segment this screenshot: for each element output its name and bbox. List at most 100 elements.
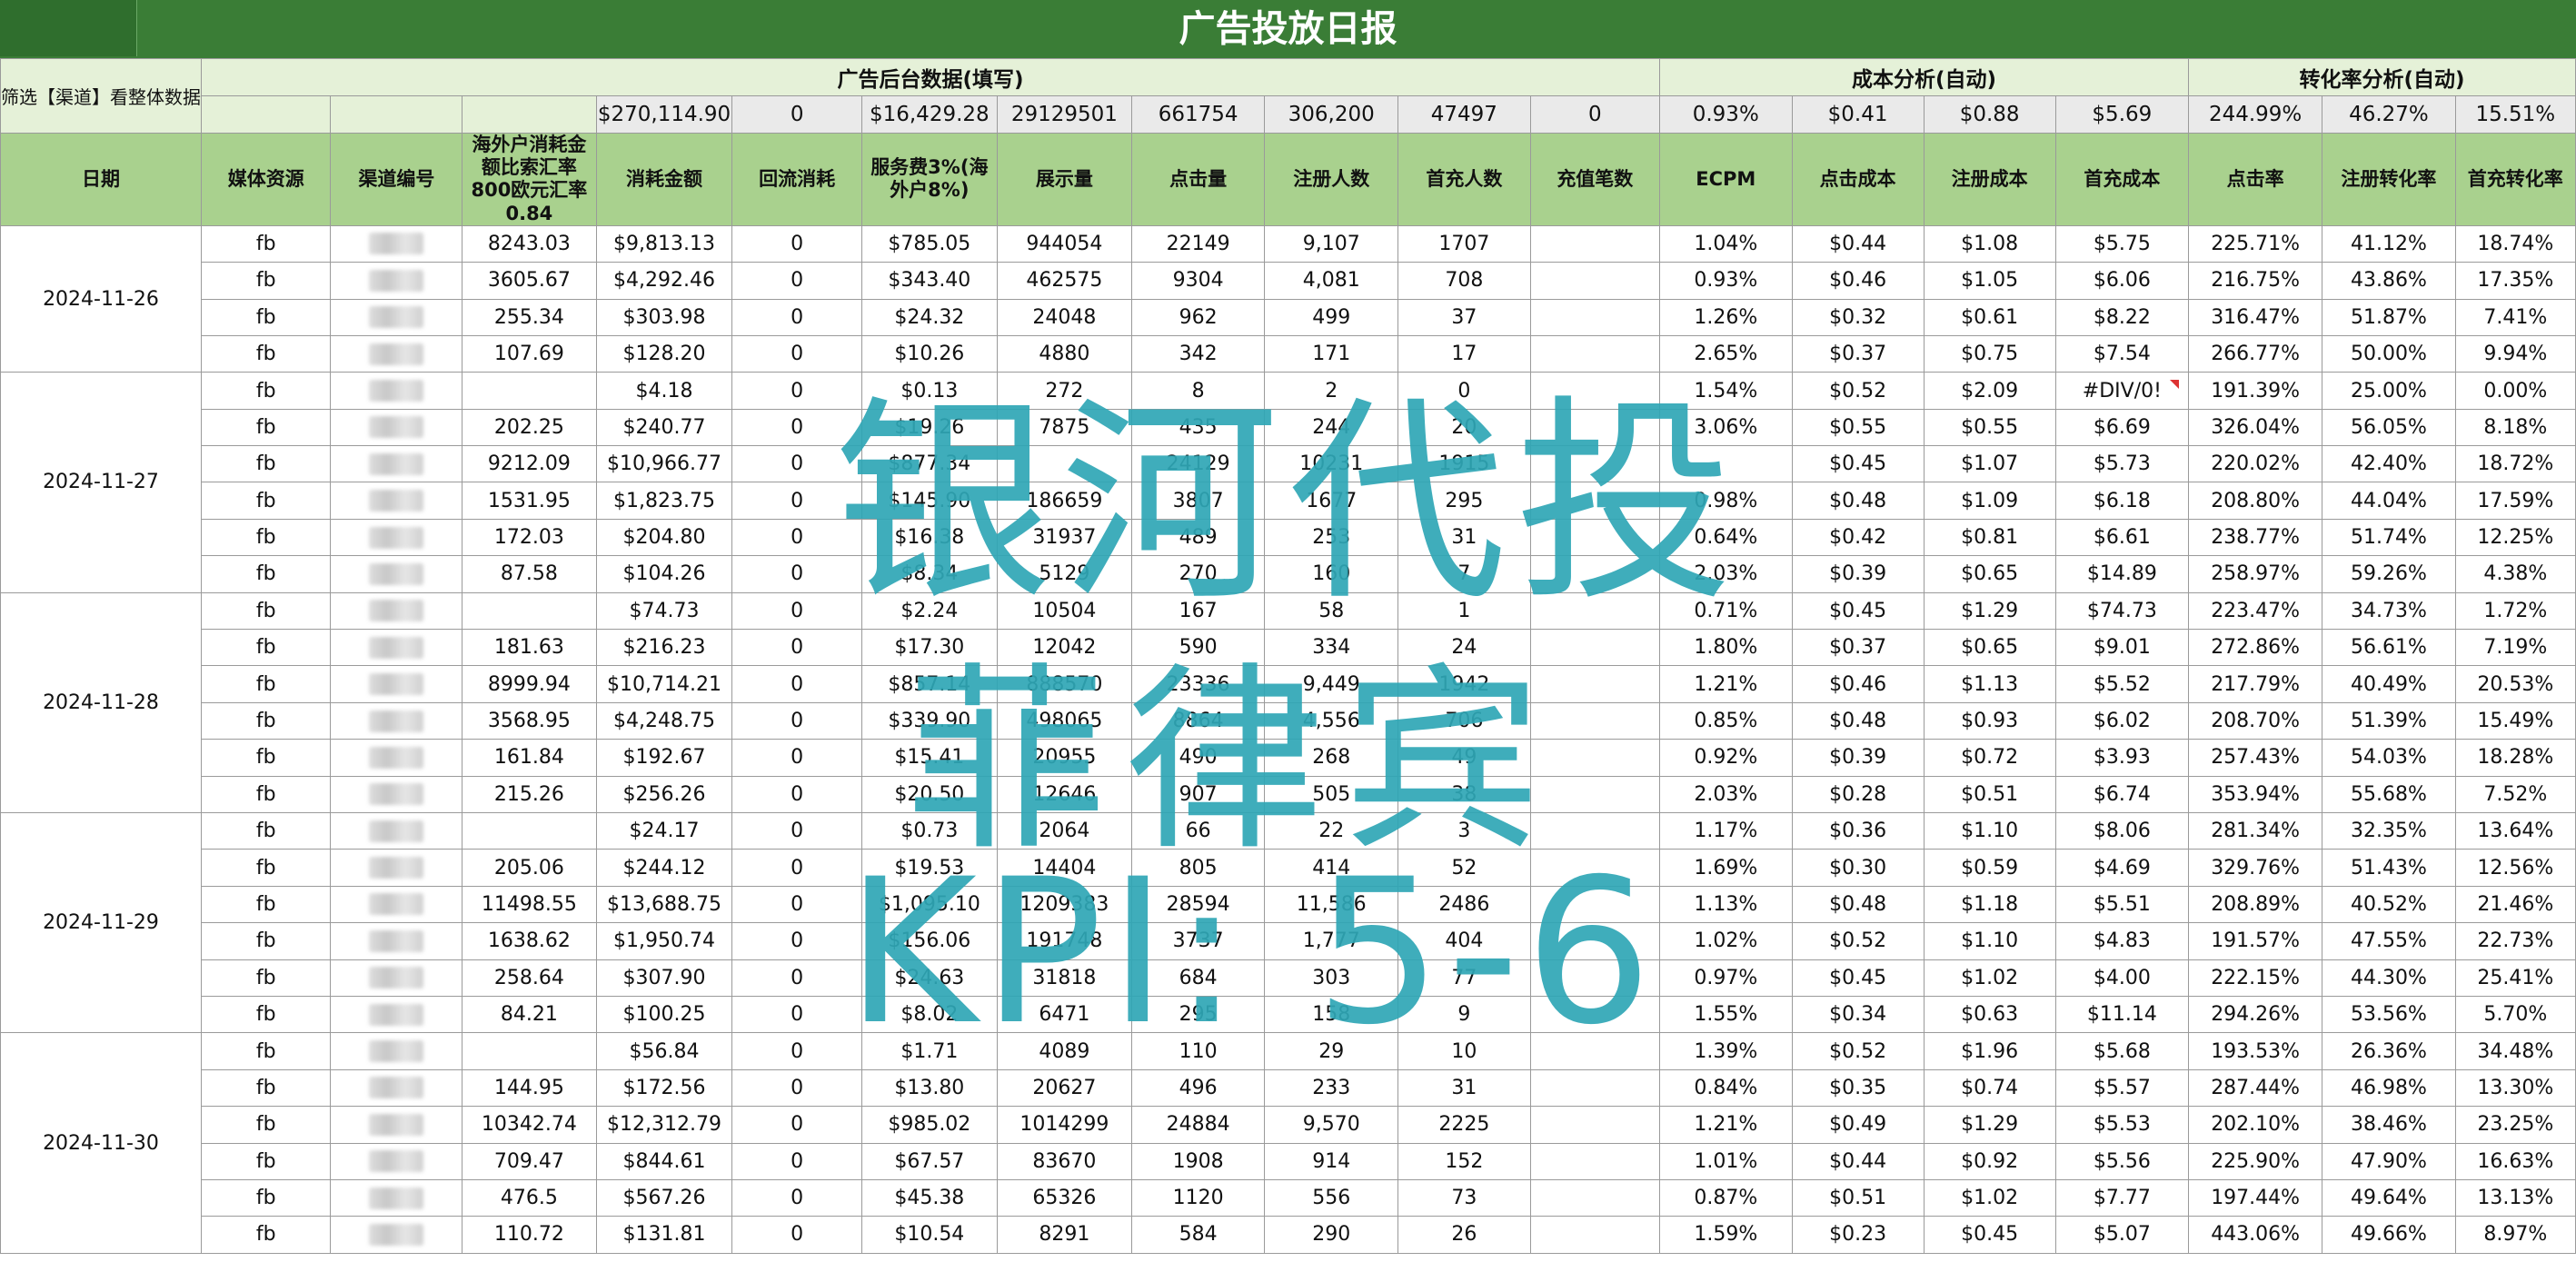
data-cell[interactable]: $244.12 bbox=[595, 849, 733, 887]
data-cell[interactable]: $0.39 bbox=[1791, 739, 1925, 777]
summary-cell[interactable]: $5.69 bbox=[2054, 95, 2190, 134]
data-cell[interactable]: 208.80% bbox=[2188, 482, 2323, 520]
data-cell[interactable]: $0.46 bbox=[1791, 665, 1925, 703]
column-header[interactable]: 首充成本 bbox=[2054, 133, 2190, 226]
data-cell[interactable]: 40.52% bbox=[2322, 885, 2456, 924]
data-cell[interactable]: 83670 bbox=[996, 1142, 1132, 1180]
summary-cell[interactable]: 0.93% bbox=[1659, 95, 1793, 134]
data-cell[interactable]: $4.69 bbox=[2054, 849, 2190, 887]
data-cell[interactable]: 223.47% bbox=[2188, 591, 2323, 631]
data-cell[interactable]: 18.74% bbox=[2454, 224, 2576, 263]
data-cell[interactable]: $844.61 bbox=[595, 1142, 733, 1180]
data-cell[interactable]: 0 bbox=[731, 739, 862, 777]
data-cell[interactable]: 2.65% bbox=[1659, 334, 1793, 373]
column-header[interactable]: 海外户消耗金额比索汇率800欧元汇率0.84 bbox=[462, 133, 597, 226]
data-cell[interactable]: 294.26% bbox=[2188, 995, 2323, 1034]
data-cell[interactable]: 46.98% bbox=[2322, 1068, 2456, 1108]
data-cell[interactable]: $5.07 bbox=[2054, 1216, 2190, 1254]
data-cell[interactable]: 353.94% bbox=[2188, 775, 2323, 814]
data-cell[interactable]: 38.46% bbox=[2322, 1106, 2456, 1144]
channel-cell[interactable] bbox=[330, 885, 463, 924]
data-cell[interactable]: 22.73% bbox=[2454, 922, 2576, 960]
data-cell[interactable]: $10.26 bbox=[860, 334, 998, 373]
data-cell[interactable]: 805 bbox=[1130, 849, 1266, 887]
data-cell[interactable]: $0.30 bbox=[1791, 849, 1925, 887]
data-cell[interactable] bbox=[1529, 1032, 1661, 1070]
data-cell[interactable]: 191.57% bbox=[2188, 922, 2323, 960]
data-cell[interactable]: 0 bbox=[731, 518, 862, 557]
data-cell[interactable]: $0.65 bbox=[1923, 629, 2056, 667]
data-cell[interactable]: 272.86% bbox=[2188, 629, 2323, 667]
data-cell[interactable] bbox=[1529, 334, 1661, 373]
data-cell[interactable]: 1531.95 bbox=[462, 482, 597, 520]
summary-cell[interactable] bbox=[200, 95, 332, 134]
media-cell[interactable]: fb bbox=[200, 482, 332, 520]
data-cell[interactable]: $6.74 bbox=[2054, 775, 2190, 814]
data-cell[interactable]: $0.51 bbox=[1791, 1178, 1925, 1217]
media-cell[interactable]: fb bbox=[200, 811, 332, 850]
data-cell[interactable]: 290 bbox=[1264, 1216, 1399, 1254]
data-cell[interactable]: 244 bbox=[1264, 408, 1399, 447]
data-cell[interactable]: $857.14 bbox=[860, 665, 998, 703]
data-cell[interactable]: $1.10 bbox=[1923, 811, 2056, 850]
data-cell[interactable]: 51.39% bbox=[2322, 701, 2456, 740]
data-cell[interactable] bbox=[1529, 922, 1661, 960]
media-cell[interactable]: fb bbox=[200, 298, 332, 336]
data-cell[interactable]: $17.30 bbox=[860, 629, 998, 667]
data-cell[interactable]: 6471 bbox=[996, 995, 1132, 1034]
channel-cell[interactable] bbox=[330, 1216, 463, 1254]
data-cell[interactable]: 167 bbox=[1130, 591, 1266, 631]
channel-cell[interactable] bbox=[330, 1032, 463, 1070]
data-cell[interactable]: 1.13% bbox=[1659, 885, 1793, 924]
date-cell[interactable]: 2024-11-27 bbox=[0, 372, 202, 593]
data-cell[interactable] bbox=[1529, 739, 1661, 777]
data-cell[interactable] bbox=[1529, 1178, 1661, 1217]
data-cell[interactable]: 11,586 bbox=[1264, 885, 1399, 924]
data-cell[interactable]: 233 bbox=[1264, 1068, 1399, 1108]
data-cell[interactable]: 51.87% bbox=[2322, 298, 2456, 336]
data-cell[interactable]: 73 bbox=[1397, 1178, 1531, 1217]
data-cell[interactable]: $56.84 bbox=[595, 1032, 733, 1070]
data-cell[interactable]: 1120 bbox=[1130, 1178, 1266, 1217]
column-header[interactable]: ECPM bbox=[1659, 133, 1793, 226]
data-cell[interactable]: $2.24 bbox=[860, 591, 998, 631]
data-cell[interactable]: $13.80 bbox=[860, 1068, 998, 1108]
data-cell[interactable]: 215.26 bbox=[462, 775, 597, 814]
data-cell[interactable]: $1.29 bbox=[1923, 591, 2056, 631]
data-cell[interactable] bbox=[462, 811, 597, 850]
channel-cell[interactable] bbox=[330, 372, 463, 410]
data-cell[interactable]: 12.56% bbox=[2454, 849, 2576, 887]
data-cell[interactable]: 56.05% bbox=[2322, 408, 2456, 447]
channel-cell[interactable] bbox=[330, 224, 463, 263]
column-header[interactable]: 服务费3%(海外户8%) bbox=[860, 133, 998, 226]
data-cell[interactable]: 3605.67 bbox=[462, 262, 597, 300]
date-cell[interactable]: 2024-11-29 bbox=[0, 811, 202, 1034]
data-cell[interactable]: 21.46% bbox=[2454, 885, 2576, 924]
data-cell[interactable]: 12646 bbox=[996, 775, 1132, 814]
data-cell[interactable]: 14404 bbox=[996, 849, 1132, 887]
channel-cell[interactable] bbox=[330, 775, 463, 814]
data-cell[interactable]: 281.34% bbox=[2188, 811, 2323, 850]
data-cell[interactable]: 197.44% bbox=[2188, 1178, 2323, 1217]
data-cell[interactable]: 66 bbox=[1130, 811, 1266, 850]
data-cell[interactable]: 0.84% bbox=[1659, 1068, 1793, 1108]
data-cell[interactable]: 0 bbox=[731, 262, 862, 300]
data-cell[interactable]: 47.90% bbox=[2322, 1142, 2456, 1180]
data-cell[interactable]: 25.00% bbox=[2322, 372, 2456, 410]
data-cell[interactable]: 0 bbox=[731, 372, 862, 410]
data-cell[interactable]: $14.89 bbox=[2054, 555, 2190, 593]
data-cell[interactable]: 435 bbox=[1130, 408, 1266, 447]
summary-cell[interactable]: 15.51% bbox=[2454, 95, 2576, 134]
data-cell[interactable]: 0.98% bbox=[1659, 482, 1793, 520]
data-cell[interactable]: 0 bbox=[731, 408, 862, 447]
data-cell[interactable]: 2064 bbox=[996, 811, 1132, 850]
data-cell[interactable]: 443.06% bbox=[2188, 1216, 2323, 1254]
data-cell[interactable]: 49.64% bbox=[2322, 1178, 2456, 1217]
data-cell[interactable]: 205.06 bbox=[462, 849, 597, 887]
channel-cell[interactable] bbox=[330, 445, 463, 483]
summary-cell[interactable]: $16,429.28 bbox=[860, 95, 998, 134]
channel-cell[interactable] bbox=[330, 811, 463, 850]
data-cell[interactable]: 944054 bbox=[996, 224, 1132, 263]
data-cell[interactable] bbox=[1659, 445, 1793, 483]
data-cell[interactable]: 9304 bbox=[1130, 262, 1266, 300]
